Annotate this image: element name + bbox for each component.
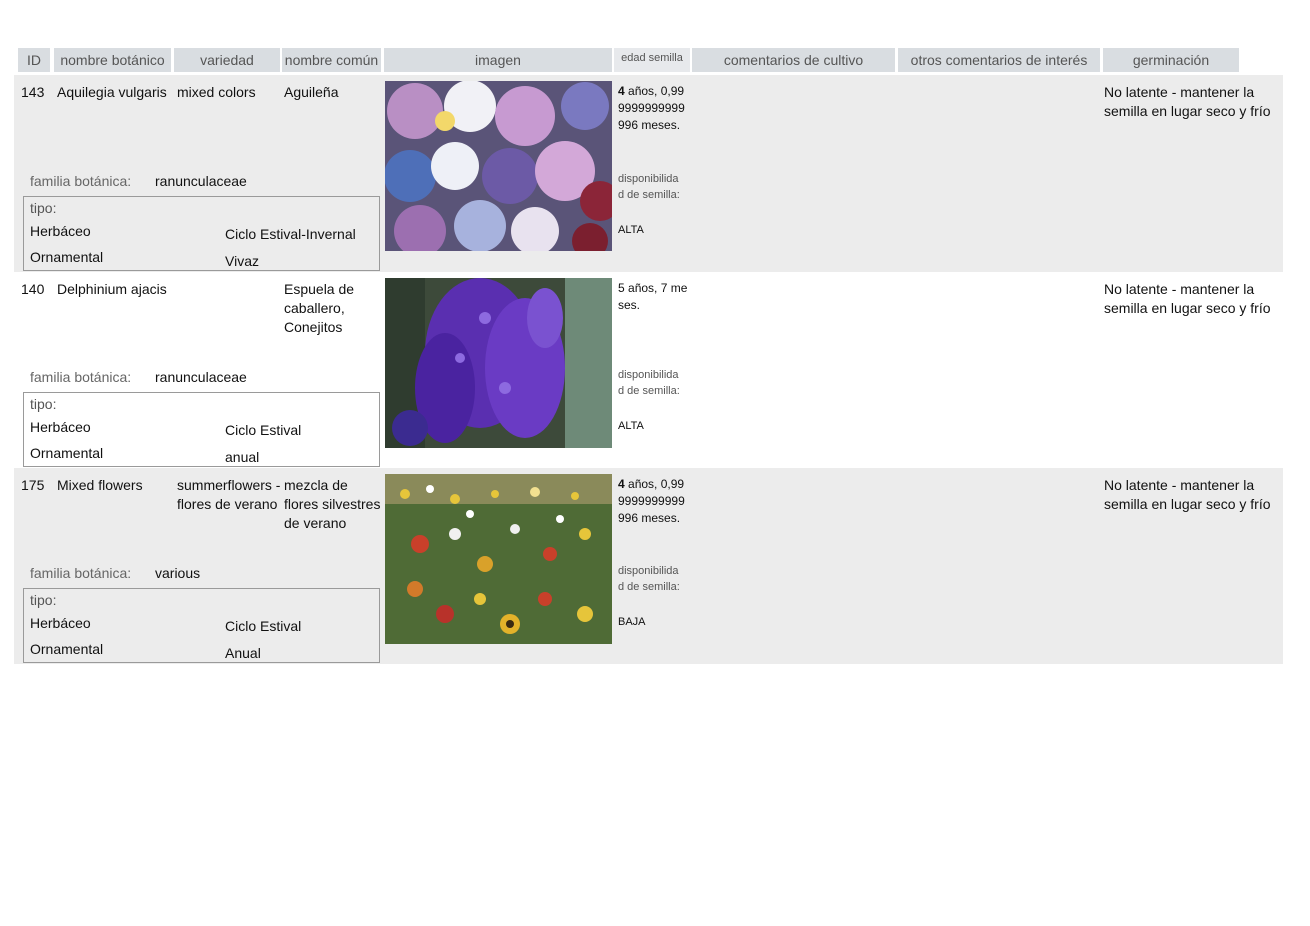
disponibilidad-label: disponibilidad de semilla:: [618, 565, 680, 593]
row-nombre-botanico: Delphinium ajacis: [57, 281, 167, 297]
edad-anos: 4: [618, 477, 625, 491]
germinacion: No latente - mantener la semilla en luga…: [1104, 84, 1271, 119]
edad-anos: 4: [618, 84, 625, 98]
row-id: 143: [21, 84, 45, 100]
familia-label: familia botánica:: [30, 565, 132, 581]
tipo-uso: Ornamental: [30, 445, 104, 461]
row-variedad: summerflowers -flores de verano: [177, 477, 281, 512]
germinacion: No latente - mantener la semilla en luga…: [1104, 477, 1271, 512]
disponibilidad-value: BAJA: [618, 616, 646, 628]
edad-texto: años, 0,999999999999996 meses.: [618, 477, 685, 525]
tipo-label: tipo:: [30, 396, 57, 412]
tipo-habito: Herbáceo: [30, 615, 91, 631]
tipo-box: tipo: Herbáceo Ciclo Estival-Invernal Or…: [23, 196, 380, 271]
header-germinacion: germinación: [1103, 48, 1239, 72]
header-edad-semilla: edad semilla: [614, 48, 690, 72]
edad-anos: 5: [618, 281, 625, 295]
row-id: 175: [21, 477, 45, 493]
header-otros-comentarios: otros comentarios de interés: [898, 48, 1100, 72]
tipo-duracion: Vivaz: [225, 253, 259, 269]
tipo-habito: Herbáceo: [30, 223, 91, 239]
familia-label: familia botánica:: [30, 173, 132, 189]
table-row: 140 Delphinium ajacis Espuela de caballe…: [14, 272, 1283, 468]
header-nombre-comun: nombre común: [282, 48, 381, 72]
row-id: 140: [21, 281, 45, 297]
disponibilidad-label: disponibilidad de semilla:: [618, 369, 680, 397]
germinacion: No latente - mantener la semilla en luga…: [1104, 281, 1271, 316]
tipo-label: tipo:: [30, 200, 57, 216]
familia-label: familia botánica:: [30, 369, 132, 385]
tipo-duracion: Anual: [225, 645, 261, 661]
larkspur-flowers-photo: [385, 278, 612, 448]
disponibilidad-value: ALTA: [618, 420, 644, 432]
disponibilidad-value: ALTA: [618, 224, 644, 236]
header-comentarios-cultivo: comentarios de cultivo: [692, 48, 895, 72]
familia-value: various: [155, 565, 201, 581]
row-nombre-comun: mezcla de flores silvestres de verano: [284, 477, 381, 531]
header-nombre-botanico: nombre botánico: [54, 48, 171, 72]
tipo-box: tipo: Herbáceo Ciclo Estival Ornamental …: [23, 392, 380, 467]
row-nombre-botanico: Aquilegia vulgaris: [57, 84, 167, 100]
tipo-ciclo: Ciclo Estival: [225, 422, 302, 438]
tipo-uso: Ornamental: [30, 249, 104, 265]
header-imagen: imagen: [384, 48, 612, 72]
row-variedad: mixed colors: [177, 84, 256, 100]
familia-value: ranunculaceae: [155, 173, 247, 189]
header-id: ID: [18, 48, 50, 72]
wildflower-meadow-photo: [385, 474, 612, 644]
tipo-ciclo: Ciclo Estival-Invernal: [225, 226, 356, 242]
row-nombre-botanico: Mixed flowers: [57, 477, 143, 493]
edad-semilla: 4 años, 0,999999999999996 meses.: [618, 476, 688, 527]
edad-texto: años, 0,999999999999996 meses.: [618, 84, 685, 132]
table-row: 143 Aquilegia vulgaris mixed colors Agui…: [14, 75, 1283, 272]
edad-texto: años, 7 meses.: [618, 281, 688, 312]
familia-value: ranunculaceae: [155, 369, 247, 385]
tipo-habito: Herbáceo: [30, 419, 91, 435]
table-row: 175 Mixed flowers summerflowers -flores …: [14, 468, 1283, 664]
tipo-ciclo: Ciclo Estival: [225, 618, 302, 634]
tipo-box: tipo: Herbáceo Ciclo Estival Ornamental …: [23, 588, 380, 663]
edad-semilla: 5 años, 7 meses.: [618, 280, 688, 314]
tipo-duracion: anual: [225, 449, 260, 465]
columbine-flowers-photo: [385, 81, 612, 251]
disponibilidad-label: disponibilidad de semilla:: [618, 173, 680, 201]
tipo-label: tipo:: [30, 592, 57, 608]
row-nombre-comun: Espuela de caballero, Conejitos: [284, 281, 355, 335]
header-variedad: variedad: [174, 48, 280, 72]
tipo-uso: Ornamental: [30, 641, 104, 657]
row-nombre-comun: Aguileña: [284, 84, 339, 100]
edad-semilla: 4 años, 0,999999999999996 meses.: [618, 83, 688, 134]
